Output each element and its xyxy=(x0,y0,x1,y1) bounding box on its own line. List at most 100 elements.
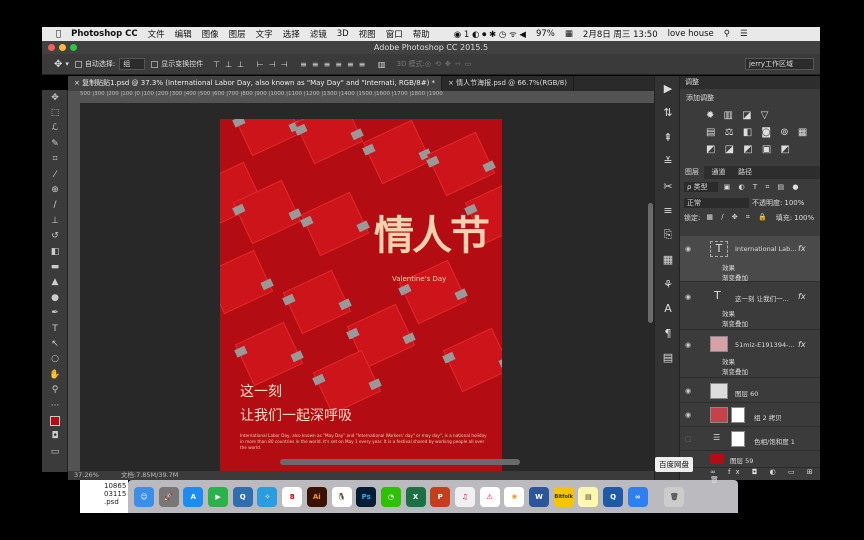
calendar-icon[interactable]: 8 xyxy=(282,486,303,507)
play-icon[interactable]: ▶ xyxy=(655,76,681,101)
adjustment-icons[interactable]: ✹ ▥ ◪ ▽ ▤ ⚖ ◧ ◙ ⊚ ▦ ◩ ◪ ◩ ▣ ◩ xyxy=(680,107,820,158)
3d-mode-icons[interactable]: ◎⟲✥⇿▭ xyxy=(425,60,475,68)
itunes-icon[interactable]: ♫ xyxy=(454,486,475,507)
vertical-scrollbar[interactable] xyxy=(648,203,653,323)
eye-icon[interactable]: ▢ xyxy=(685,435,692,443)
fx-icon[interactable]: fx xyxy=(798,244,806,253)
quick-mask-icon[interactable]: ◘ xyxy=(42,429,68,444)
layer-row[interactable]: ◉ 组 2 拷贝 xyxy=(680,404,820,427)
close-tab-icon[interactable]: × xyxy=(74,79,82,87)
wechat-icon[interactable]: ◔ xyxy=(380,486,401,507)
eyedropper-tool-icon[interactable]: ⁄ xyxy=(42,167,68,182)
hand-tool-icon[interactable]: ✋ xyxy=(42,367,68,382)
layer-comps-icon[interactable]: ≚ xyxy=(655,150,681,175)
photos-icon[interactable]: ❀ xyxy=(504,486,525,507)
move-tool-icon[interactable]: ✥ xyxy=(42,90,68,105)
close-window-button[interactable] xyxy=(48,44,55,51)
zoom-window-button[interactable] xyxy=(70,44,77,51)
menu-select[interactable]: 选择 xyxy=(283,28,300,40)
canvas-area[interactable]: 情人节 Valentine's Day 这一刻 让我们一起深呼吸 Interna… xyxy=(80,103,654,471)
zoom-level[interactable]: 37.26% xyxy=(74,471,99,479)
menu-edit[interactable]: 编辑 xyxy=(175,28,192,40)
workspace-dropdown[interactable]: jerry工作区域 xyxy=(744,58,814,70)
input-method-icon[interactable]: ▦ xyxy=(565,29,573,39)
qq-browser-icon[interactable]: Q xyxy=(603,486,624,507)
layer-name[interactable]: International Lab... xyxy=(735,245,796,253)
finder-icon[interactable]: ☺ xyxy=(134,486,154,507)
screen-mode-icon[interactable]: ▭ xyxy=(42,444,68,459)
illustrator-icon[interactable]: Ai xyxy=(306,486,327,507)
fill-value[interactable]: 100% xyxy=(794,214,814,222)
layer-name[interactable]: 图层 60 xyxy=(735,388,758,398)
clone-stamp-icon[interactable]: ⊥ xyxy=(42,213,68,228)
lasso-tool-icon[interactable]: ℒ xyxy=(42,121,68,136)
menu-layer[interactable]: 图层 xyxy=(229,28,246,40)
layer-kind-filter[interactable]: ρ 类型 xyxy=(684,182,718,192)
menu-type[interactable]: 文字 xyxy=(256,28,273,40)
grid-icon[interactable]: ▦ xyxy=(655,248,681,273)
facetime-icon[interactable]: ▶ xyxy=(208,486,229,507)
baidu-netdisk-icon[interactable]: ∞ xyxy=(627,486,648,507)
layer-row[interactable]: ◉ T International Lab... fx 效果 渐变叠加 xyxy=(680,236,820,282)
history-icon[interactable]: ⇅ xyxy=(655,101,681,126)
dodge-tool-icon[interactable]: ● xyxy=(42,290,68,305)
layer-row[interactable]: ◉ T 这一刻 让我们一... fx 效果 渐变叠加 xyxy=(680,284,820,330)
more-tools-icon[interactable]: ··· xyxy=(42,398,68,413)
layer-row[interactable]: ▢ ☰ 色相/饱和度 1 xyxy=(680,428,820,451)
history-brush-icon[interactable]: ↺ xyxy=(42,229,68,244)
gradient-tool-icon[interactable]: ▬ xyxy=(42,259,68,274)
pen-tool-icon[interactable]: ✒ xyxy=(42,305,68,320)
menu-file[interactable]: 文件 xyxy=(148,28,165,40)
tab-adjustments[interactable]: 调整 xyxy=(680,76,704,89)
close-tab-icon[interactable]: × xyxy=(448,79,456,87)
layer-name[interactable]: 组 2 拷贝 xyxy=(754,412,782,422)
filter-icons[interactable]: ▣ ◐ T ⌗ ▤ ● xyxy=(724,183,802,192)
poster-document[interactable]: 情人节 Valentine's Day 这一刻 让我们一起深呼吸 Interna… xyxy=(220,119,502,471)
align-icons[interactable]: ⊤⊥⊥ ⊢⊣⊣ ≡≡≡≡≡≡ ▥ xyxy=(213,60,390,69)
fx-icon[interactable]: fx xyxy=(798,292,806,301)
layer-name[interactable]: 这一刻 让我们一... xyxy=(735,293,789,303)
brush-tool-icon[interactable]: ∕ xyxy=(42,198,68,213)
word-icon[interactable]: W xyxy=(529,486,549,507)
tab-layers[interactable]: 图层 xyxy=(680,166,704,179)
eye-icon[interactable]: ◉ xyxy=(685,293,691,301)
menu-window[interactable]: 窗口 xyxy=(386,28,403,40)
eye-icon[interactable]: ◉ xyxy=(685,245,691,253)
app-store-icon[interactable]: A xyxy=(183,486,204,507)
tab-document-2[interactable]: × 情人节海报.psd @ 66.7%(RGB/8) xyxy=(442,76,574,91)
opacity-value[interactable]: 100% xyxy=(784,199,804,207)
desktop-file-label[interactable]: 10865 03115 .psd xyxy=(80,480,128,513)
healing-brush-icon[interactable]: ⊕ xyxy=(42,182,68,197)
pdf-icon[interactable]: ⚠ xyxy=(479,486,500,507)
path-select-icon[interactable]: ↖ xyxy=(42,336,68,351)
search-icon[interactable]: ⚲ xyxy=(724,29,730,39)
layer-name[interactable]: 色相/饱和度 1 xyxy=(754,436,795,446)
eraser-tool-icon[interactable]: ◧ xyxy=(42,244,68,259)
horizontal-scrollbar[interactable] xyxy=(280,459,520,465)
tab-channels[interactable]: 通道 xyxy=(707,166,731,179)
blur-tool-icon[interactable]: ▲ xyxy=(42,275,68,290)
brush-presets-icon[interactable]: ⇞ xyxy=(655,125,681,150)
user-name[interactable]: love house xyxy=(668,29,714,39)
eye-icon[interactable]: ◉ xyxy=(685,341,691,349)
apple-icon[interactable]:  xyxy=(56,29,61,39)
eye-icon[interactable]: ◉ xyxy=(685,387,691,395)
tab-paths[interactable]: 路径 xyxy=(733,166,757,179)
powerpoint-icon[interactable]: P xyxy=(430,486,451,507)
tool-preset-arrow[interactable]: ▾ xyxy=(65,60,69,68)
eye-icon[interactable]: ◉ xyxy=(685,411,691,419)
effect-gradient-overlay[interactable]: 渐变叠加 xyxy=(722,318,748,328)
menu-3d[interactable]: 3D xyxy=(337,29,349,39)
layer-name[interactable]: 51miz-E191394-... xyxy=(735,341,795,349)
lock-icons[interactable]: ▦ ∕ ✥ ⌗ 🔒 xyxy=(706,213,769,222)
marquee-tool-icon[interactable]: ⬚ xyxy=(42,105,68,120)
magic-wand-tool-icon[interactable]: ✎ xyxy=(42,136,68,151)
tools-preset-icon[interactable]: ✂ xyxy=(655,174,681,199)
fx-icon[interactable]: fx xyxy=(798,340,806,349)
quicktime-icon[interactable]: Q xyxy=(232,486,253,507)
layer-row[interactable]: ◉ 图层 60 xyxy=(680,380,820,403)
clock[interactable]: 2月8日 周三 13:50 xyxy=(583,28,658,40)
menu-help[interactable]: 帮助 xyxy=(413,28,430,40)
app-menu[interactable]: Photoshop CC xyxy=(71,29,138,39)
auto-select-dropdown[interactable]: 组 xyxy=(119,58,146,70)
